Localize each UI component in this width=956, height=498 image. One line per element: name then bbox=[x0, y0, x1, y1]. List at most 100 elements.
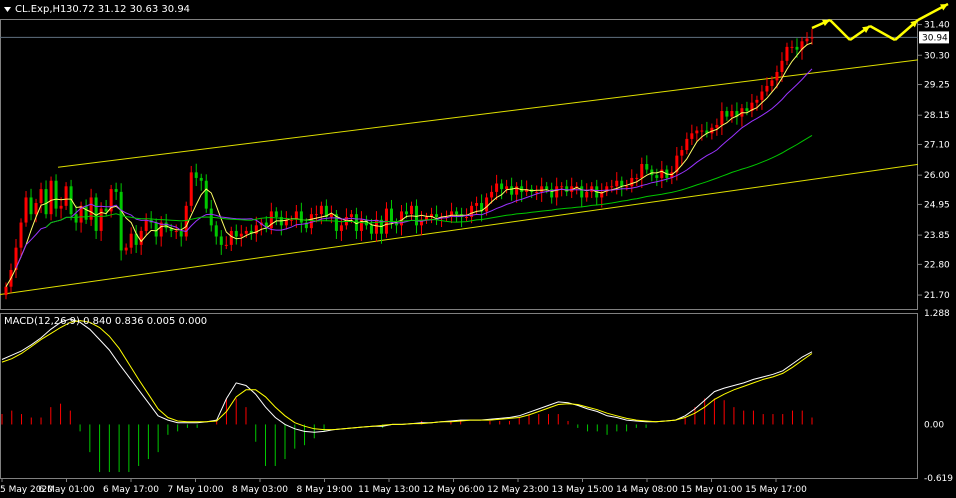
candle-body bbox=[565, 186, 569, 192]
candle-body bbox=[339, 225, 343, 231]
time-tick-label: 12 May 06:00 bbox=[423, 485, 485, 495]
candle-body bbox=[24, 197, 28, 223]
candle-body bbox=[274, 211, 278, 217]
price-tick-label: 29.25 bbox=[924, 81, 950, 91]
macd-panel[interactable] bbox=[0, 313, 918, 479]
price-tick-label: 30.30 bbox=[924, 51, 950, 61]
candle-body bbox=[234, 230, 238, 237]
candle-body bbox=[455, 211, 459, 215]
price-tick-label: 31.40 bbox=[924, 21, 950, 31]
candle-body bbox=[309, 214, 313, 229]
candle-body bbox=[29, 197, 33, 215]
candle-body bbox=[369, 225, 373, 234]
ma-slow-line[interactable] bbox=[45, 134, 813, 228]
candle-body bbox=[84, 205, 88, 220]
channel-upper-line[interactable] bbox=[57, 59, 919, 168]
candle-body bbox=[124, 247, 128, 251]
candle-body bbox=[19, 222, 23, 248]
price-frame bbox=[0, 19, 918, 310]
chart-canvas[interactable]: 31.40 30.30 29.25 28.15 27.10 26.00 24.95 23.85… bbox=[0, 0, 956, 498]
candle-body bbox=[144, 219, 148, 231]
candle-body bbox=[44, 189, 48, 215]
candle-body bbox=[680, 150, 684, 156]
candle-body bbox=[129, 233, 133, 248]
candle-body bbox=[139, 230, 143, 245]
candle-body bbox=[114, 189, 118, 192]
candle-body bbox=[500, 183, 504, 190]
candle-body bbox=[174, 230, 178, 232]
candle-body bbox=[635, 177, 639, 179]
candle-body bbox=[610, 186, 614, 188]
candle-body bbox=[590, 186, 594, 192]
candle-body bbox=[299, 211, 303, 223]
candle-body bbox=[49, 180, 53, 215]
candle-body bbox=[625, 186, 629, 188]
time-tick-label: 15 May 01:00 bbox=[681, 485, 743, 495]
price-axis: 31.40 30.30 29.25 28.15 27.10 26.00 24.95 23.85… bbox=[918, 21, 953, 484]
macd-tick-label: 0.00 bbox=[924, 420, 944, 430]
price-tick-label: 27.10 bbox=[924, 140, 950, 150]
candle-body bbox=[785, 46, 789, 61]
candle-body bbox=[404, 211, 408, 215]
candle-body bbox=[495, 183, 499, 192]
dropdown-triangle-icon[interactable] bbox=[4, 7, 11, 12]
candle-body bbox=[615, 180, 619, 187]
price-tick-label: 28.15 bbox=[924, 111, 950, 121]
candle-body bbox=[725, 111, 729, 117]
candle-body bbox=[485, 197, 489, 212]
candle-body bbox=[655, 175, 659, 178]
symbol-label: CL.Exp,H1 bbox=[15, 4, 66, 15]
candle-body bbox=[59, 205, 63, 209]
time-tick-label: 13 May 15:00 bbox=[552, 485, 614, 495]
candle-body bbox=[104, 208, 108, 212]
candle-body bbox=[630, 177, 634, 187]
candle-body bbox=[745, 108, 749, 112]
candle-body bbox=[99, 208, 103, 231]
candle-body bbox=[415, 205, 419, 226]
candle-body bbox=[770, 80, 774, 86]
candle-body bbox=[244, 230, 248, 234]
macd-signal-line[interactable] bbox=[1, 320, 813, 431]
chart-header: CL.Exp,H1 30.72 31.12 30.63 30.94 MACD(1… bbox=[4, 4, 207, 327]
candle-body bbox=[795, 46, 799, 50]
candle-body bbox=[349, 214, 353, 217]
candle-body bbox=[645, 164, 649, 170]
candle-body bbox=[540, 186, 544, 192]
candle-body bbox=[545, 186, 549, 190]
candle-body bbox=[790, 46, 794, 48]
candle-body bbox=[54, 180, 58, 209]
candle-body bbox=[805, 38, 809, 42]
price-panel[interactable] bbox=[0, 19, 919, 310]
candle-body bbox=[685, 138, 689, 151]
candle-body bbox=[715, 124, 719, 128]
candle-body bbox=[435, 214, 439, 217]
candle-body bbox=[229, 230, 233, 245]
candle-body bbox=[189, 172, 193, 206]
candle-body bbox=[755, 99, 759, 103]
candle-body bbox=[580, 186, 584, 198]
time-tick-label: 15 May 17:00 bbox=[745, 485, 807, 495]
price-tick-label: 24.95 bbox=[924, 200, 950, 210]
candle-body bbox=[204, 180, 208, 209]
candle-body bbox=[510, 186, 514, 195]
candle-body bbox=[490, 191, 494, 198]
candle-body bbox=[505, 186, 509, 190]
candle-body bbox=[239, 233, 243, 237]
candle-body bbox=[775, 71, 779, 81]
candle-body bbox=[214, 225, 218, 237]
time-tick-label: 12 May 23:00 bbox=[487, 485, 549, 495]
time-tick-label: 11 May 13:00 bbox=[358, 485, 420, 495]
time-tick-label: 14 May 08:00 bbox=[616, 485, 678, 495]
candle-body bbox=[219, 236, 223, 245]
candle-body bbox=[765, 85, 769, 92]
candle-body bbox=[555, 186, 559, 198]
macd-label: MACD(12,26,9) 0.840 0.836 0.005 0.000 bbox=[4, 316, 207, 327]
channel-lower-line[interactable] bbox=[0, 163, 919, 296]
candle-body bbox=[535, 191, 539, 193]
candle-body bbox=[74, 214, 78, 223]
price-tick-label: 26.00 bbox=[924, 171, 950, 181]
candle-body bbox=[760, 91, 764, 100]
candle-body bbox=[64, 186, 68, 206]
candle-body bbox=[410, 205, 414, 215]
candle-body bbox=[730, 111, 734, 117]
